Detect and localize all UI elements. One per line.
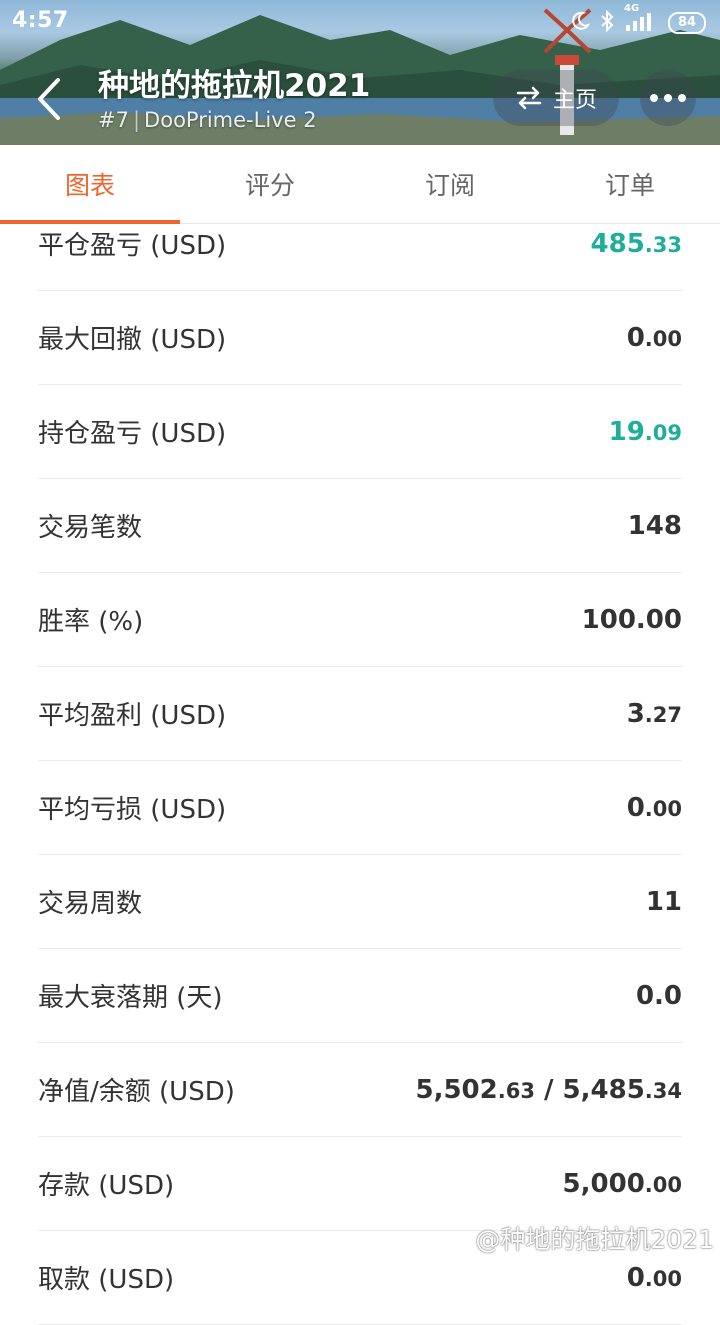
server-label: DooPrime-Live 2 <box>144 108 317 132</box>
stat-label: 胜率 (%) <box>38 607 144 637</box>
stat-value: 11 <box>645 886 682 917</box>
stat-value: 3.27 <box>626 698 682 729</box>
stat-value: 485.33 <box>590 228 682 259</box>
stat-value: 100.00 <box>581 604 682 635</box>
stat-value: 19.09 <box>608 416 682 447</box>
chevron-left-icon <box>38 78 60 120</box>
home-button-label: 主页 <box>552 88 597 113</box>
stat-row-open-pnl: 持仓盈亏 (USD) 19.09 <box>38 385 682 479</box>
stat-value: 0.00 <box>626 1262 682 1293</box>
stat-label: 最大衰落期 (天) <box>38 983 223 1013</box>
stat-label: 平均盈利 (USD) <box>38 701 227 731</box>
tab-subscribe[interactable]: 订阅 <box>360 145 540 223</box>
stat-label: 平仓盈亏 (USD) <box>38 231 227 261</box>
tab-rating[interactable]: 评分 <box>180 145 360 223</box>
stats-list[interactable]: 平仓盈亏 (USD) 485.33 最大回撤 (USD) 0.00 持仓盈亏 (… <box>0 197 720 1325</box>
stat-value: 5,502.63 / 5,485.34 <box>415 1074 683 1105</box>
stat-row-equity-balance: 净值/余额 (USD) 5,502.63 / 5,485.34 <box>38 1043 682 1137</box>
battery-indicator: 84 <box>668 12 706 34</box>
switch-icon <box>516 86 542 110</box>
moon-icon <box>570 11 591 35</box>
home-button[interactable]: 主页 <box>493 70 619 126</box>
stat-label: 取款 (USD) <box>38 1265 175 1295</box>
stat-label: 最大回撤 (USD) <box>38 325 227 355</box>
stat-label: 存款 (USD) <box>38 1171 175 1201</box>
watermark: @种地的拖拉机2021 <box>475 1225 714 1254</box>
stat-row-max-drawdown: 最大回撤 (USD) 0.00 <box>38 291 682 385</box>
stat-row-avg-profit: 平均盈利 (USD) 3.27 <box>38 667 682 761</box>
tab-orders[interactable]: 订单 <box>540 145 720 223</box>
stat-row-trade-count: 交易笔数 148 <box>38 479 682 573</box>
network-type: 4G <box>624 3 640 14</box>
more-dots-icon <box>650 94 686 102</box>
page-title: 种地的拖拉机2021 <box>98 68 371 104</box>
stat-value: 0.00 <box>626 792 682 823</box>
stat-row-deposit: 存款 (USD) 5,000.00 <box>38 1137 682 1231</box>
stat-value: 148 <box>627 510 682 541</box>
stat-label: 净值/余额 (USD) <box>38 1077 235 1107</box>
bluetooth-icon <box>600 9 614 36</box>
rank-label: #7 <box>98 108 129 132</box>
back-button[interactable] <box>30 74 74 124</box>
status-time: 4:57 <box>12 8 69 33</box>
stat-row-max-decline-period: 最大衰落期 (天) 0.0 <box>38 949 682 1043</box>
stat-label: 平均亏损 (USD) <box>38 795 227 825</box>
stat-row-win-rate: 胜率 (%) 100.00 <box>38 573 682 667</box>
stat-row-avg-loss: 平均亏损 (USD) 0.00 <box>38 761 682 855</box>
stat-label: 交易周数 <box>38 889 143 919</box>
stat-row-trade-weeks: 交易周数 11 <box>38 855 682 949</box>
stat-label: 持仓盈亏 (USD) <box>38 419 227 449</box>
tab-chart[interactable]: 图表 <box>0 145 180 224</box>
signal-icon: 4G <box>624 3 658 35</box>
more-button[interactable] <box>640 70 696 126</box>
profile-header: 4:57 4G 84 种地的拖拉机2021 #7 | DooPrime-Live 2… <box>0 0 720 145</box>
stat-value: 5,000.00 <box>562 1168 682 1199</box>
tab-bar: 图表 评分 订阅 订单 <box>0 145 720 224</box>
stat-label: 交易笔数 <box>38 513 143 543</box>
account-subtitle: #7 | DooPrime-Live 2 <box>98 108 317 132</box>
divider: | <box>132 108 141 132</box>
status-icons: 4G 84 <box>570 3 706 36</box>
stat-value: 0.00 <box>626 322 682 353</box>
stat-value: 0.0 <box>635 980 682 1011</box>
